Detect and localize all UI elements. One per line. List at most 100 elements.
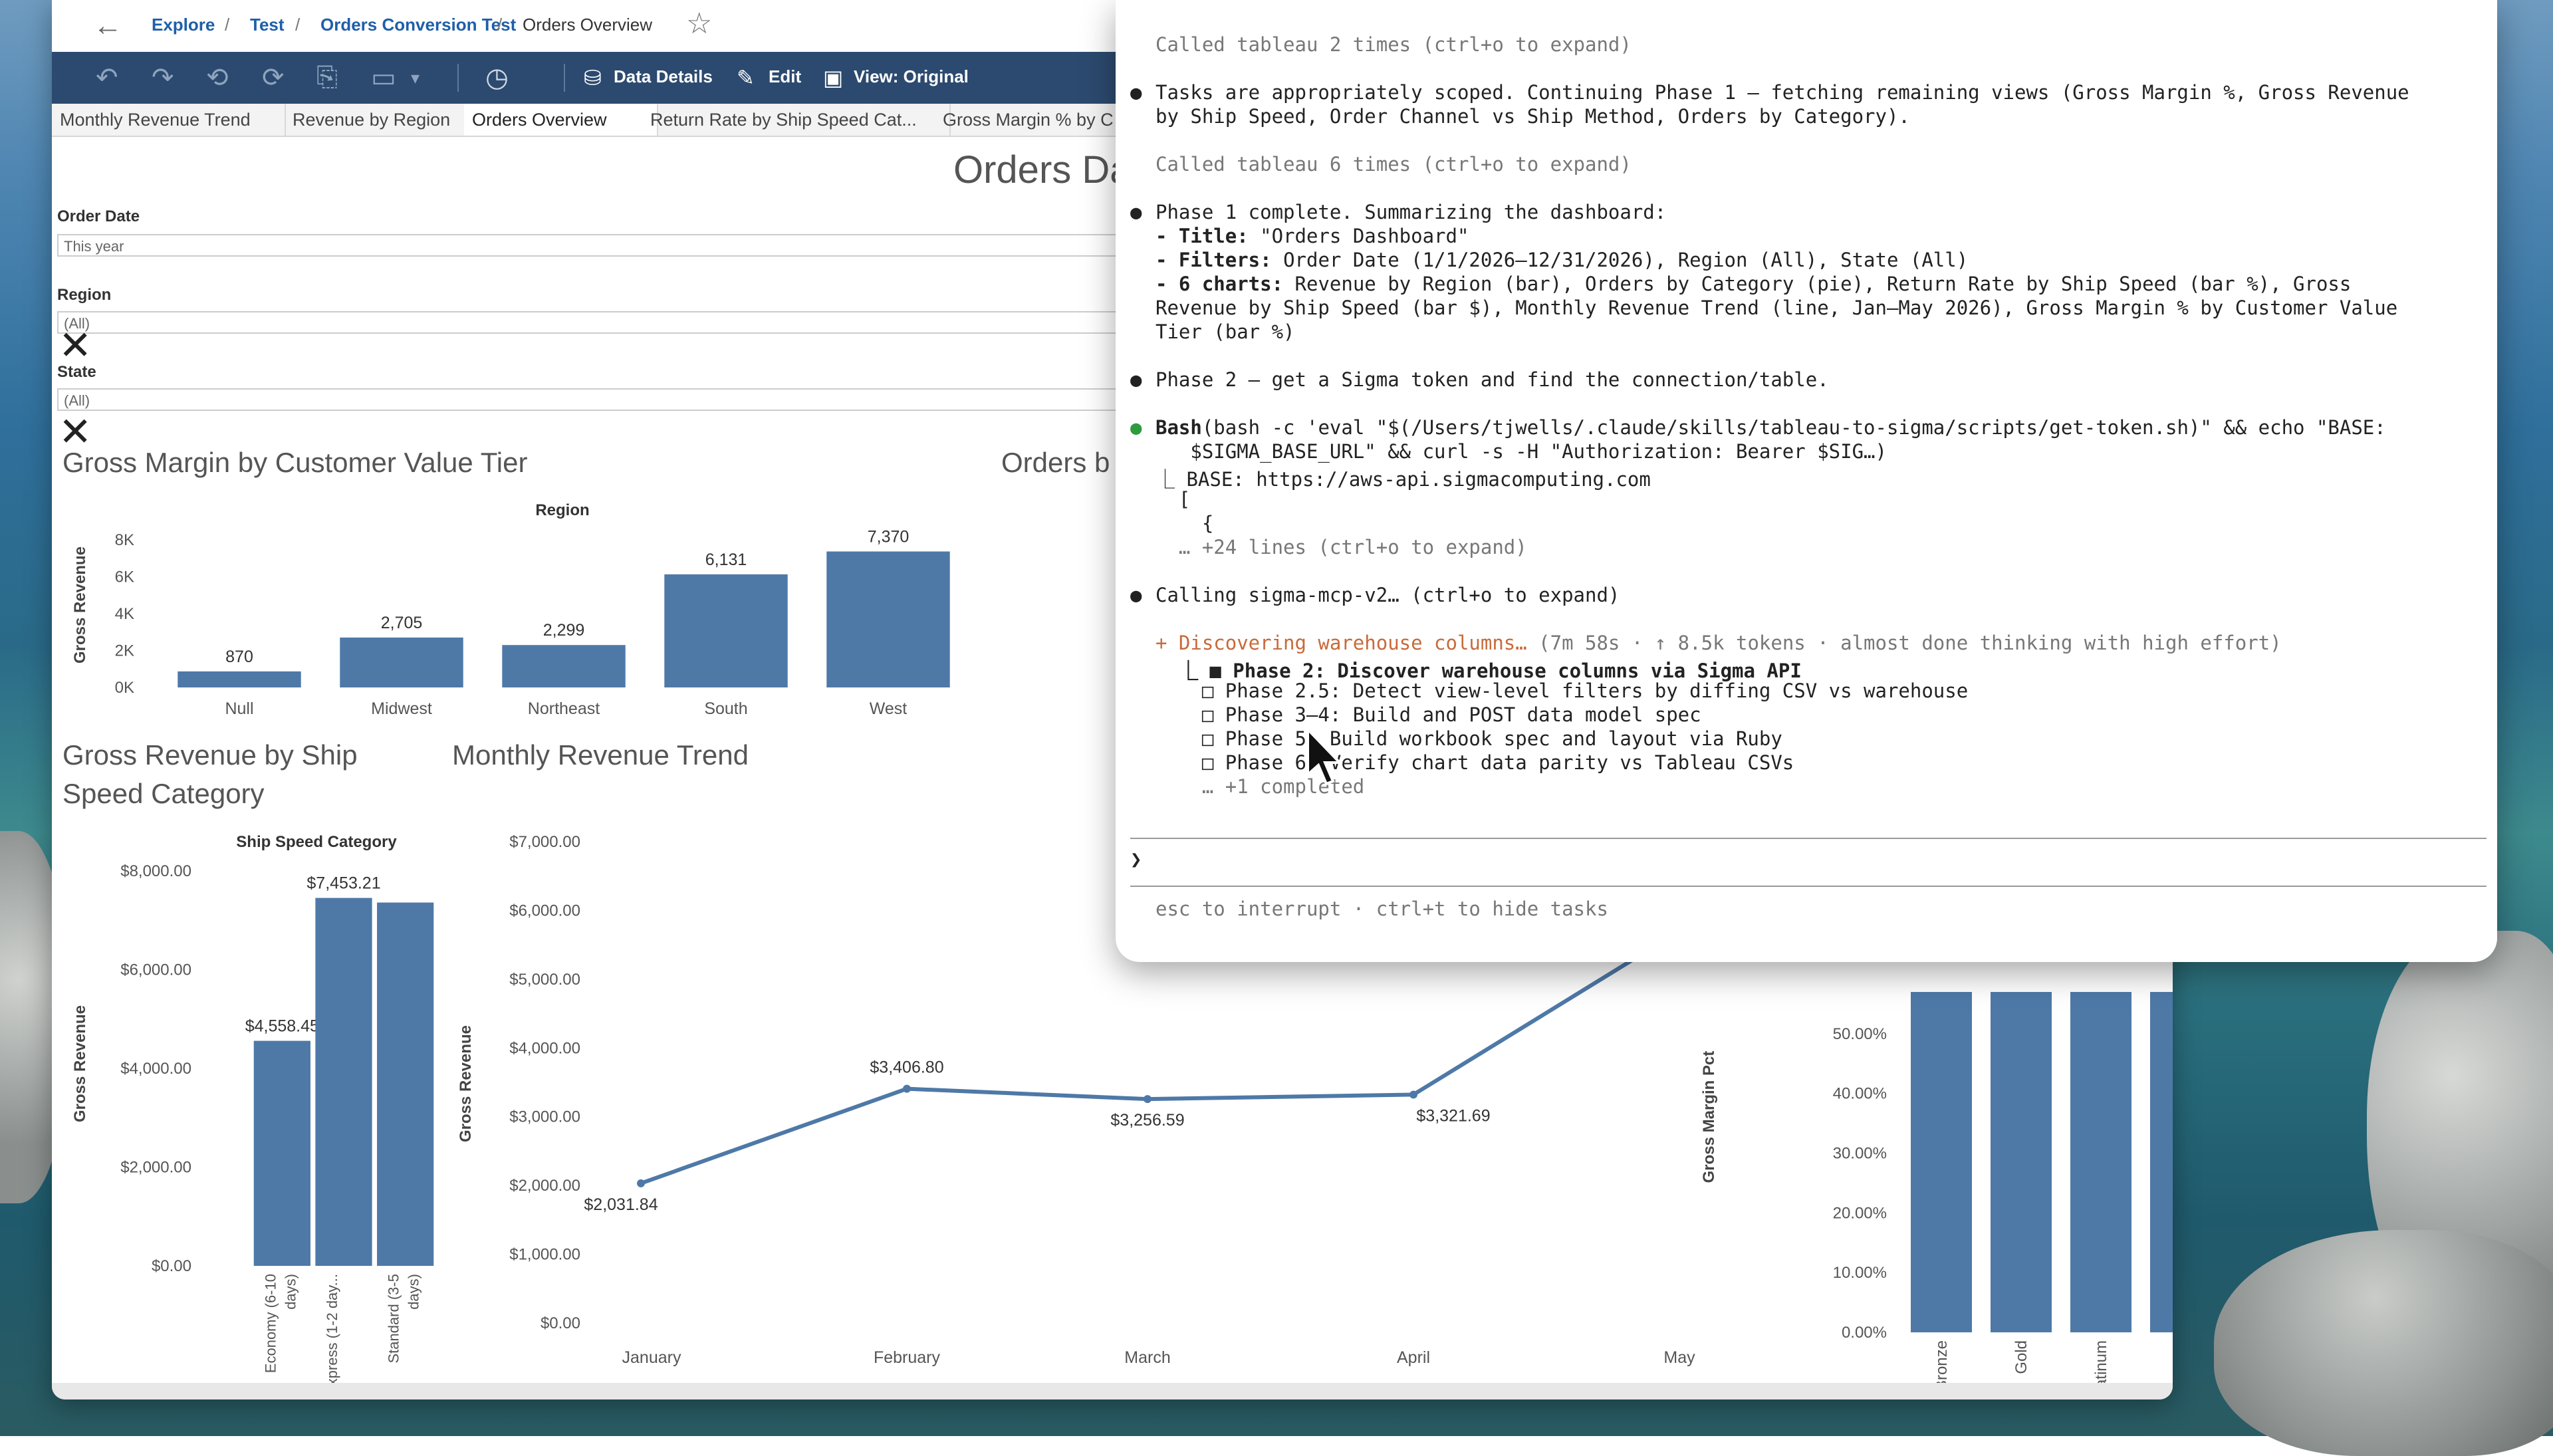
terminal-text: $SIGMA_BASE_URL" && curl -s -H "Authoriz…	[1155, 440, 1887, 463]
terminal-line: □ Phase 2.5: Detect view-level filters b…	[1155, 679, 1968, 702]
y-axis-label: Gross Revenue	[71, 1005, 89, 1122]
terminal-window: ❯ esc to interrupt · ctrl+t to hide task…	[1116, 0, 2497, 962]
terminal-line: ⎿ BASE: https://aws-api.sigmacomputing.c…	[1155, 464, 1651, 492]
terminal-status-text: (7m 58s · ↑ 8.5k tokens · almost done th…	[1538, 632, 2282, 654]
y-tick-label: $2,000.00	[509, 1177, 580, 1195]
y-tick-label: 4K	[115, 605, 134, 623]
tier-margin-bar-chart[interactable]: Gross Margin Pct 0.00% 10.00% 20.00% 30.00% 4…	[1700, 992, 2173, 1391]
data-label: $3,406.80	[870, 1058, 943, 1077]
y-axis-label: Gross Revenue	[71, 546, 89, 664]
y-tick-label: 10.00%	[1833, 1264, 1887, 1282]
terminal-line: [	[1155, 488, 1190, 511]
bar	[664, 574, 788, 687]
ship-speed-bar-chart[interactable]: Ship Speed Category Gross Revenue $0.00 $2,…	[71, 833, 434, 1395]
x-tick-label: March	[1124, 1348, 1170, 1367]
x-tick-label: Economy (6-10	[262, 1274, 279, 1373]
x-tick-label: January	[622, 1348, 681, 1367]
terminal-text: □ Phase 2.5: Detect view-level filters b…	[1155, 679, 1969, 702]
terminal-line: Called tableau 2 times (ctrl+o to expand…	[1155, 33, 1632, 56]
rock-decoration	[2214, 1230, 2553, 1456]
terminal-text: □ Phase 3–4: Build and POST data model s…	[1155, 703, 1701, 726]
bar	[1911, 992, 1972, 1332]
data-label: $3,256.59	[1110, 1111, 1184, 1130]
y-tick-label: $5,000.00	[509, 971, 580, 989]
terminal-line: - Title: "Orders Dashboard"	[1155, 225, 1469, 247]
terminal-line: Revenue by Ship Speed (bar $), Monthly R…	[1155, 297, 2397, 319]
mouse-cursor-icon	[1306, 728, 1343, 786]
y-tick-label: $0.00	[541, 1314, 580, 1332]
terminal-text: □ Phase 5: Build workbook spec and layou…	[1155, 727, 1782, 750]
data-label: 6,131	[705, 550, 747, 569]
terminal-bold-text: Bash	[1155, 416, 1202, 439]
y-axis-label: Gross Revenue	[457, 1025, 475, 1142]
y-tick-label: 0.00%	[1842, 1324, 1887, 1342]
x-tick-label: South	[704, 699, 747, 718]
y-tick-label: 30.00%	[1833, 1145, 1887, 1163]
prompt-input[interactable]	[1162, 843, 2479, 880]
data-label: $2,031.84	[584, 1195, 658, 1214]
y-tick-label: 6K	[115, 568, 134, 586]
terminal-text: Calling sigma-mcp-v2… (ctrl+o to expand)	[1155, 584, 1620, 606]
data-point	[1409, 1090, 1417, 1099]
terminal-line: - 6 charts: Revenue by Region (bar), Ord…	[1155, 273, 2351, 295]
horizontal-scrollbar[interactable]	[52, 1383, 2173, 1399]
terminal-line: Tasks are appropriately scoped. Continui…	[1130, 81, 2409, 104]
terminal-line: □ Phase 3–4: Build and POST data model s…	[1155, 703, 1701, 726]
bar	[1991, 992, 2052, 1332]
data-label: 870	[225, 648, 253, 666]
x-tick-label: West	[870, 699, 908, 718]
terminal-text: ⎿ BASE: https://aws-api.sigmacomputing.c…	[1155, 468, 1651, 491]
terminal-line: Called tableau 6 times (ctrl+o to expand…	[1155, 153, 1632, 176]
terminal-text: by Ship Speed, Order Channel vs Ship Met…	[1155, 105, 1910, 128]
x-tick-label: Silver	[2172, 1340, 2173, 1380]
terminal-bold-text: - Title:	[1155, 225, 1249, 247]
terminal-text: Revenue by Region (bar), Orders by Categ…	[1283, 273, 2352, 295]
bar	[340, 637, 463, 687]
terminal-text: □ Phase 6: Verify chart data parity vs T…	[1155, 751, 1794, 774]
data-label: $7,453.21	[306, 874, 380, 893]
terminal-text: Called tableau 6 times (ctrl+o to expand…	[1155, 153, 1632, 176]
y-tick-label: 0K	[115, 679, 134, 697]
data-point	[637, 1179, 645, 1187]
x-tick-label: atinum	[2092, 1340, 2110, 1388]
bar	[2070, 992, 2131, 1332]
terminal-text: … +24 lines (ctrl+o to expand)	[1155, 536, 1527, 558]
x-tick-label: Express (1-2 day...	[324, 1274, 340, 1395]
x-tick-label: April	[1397, 1348, 1430, 1367]
data-label: 7,370	[868, 527, 910, 546]
terminal-text: Tier (bar %)	[1155, 320, 1295, 343]
prompt-chevron: ❯	[1130, 848, 1142, 870]
y-axis-label: Gross Margin Pct	[1700, 1051, 1718, 1183]
terminal-line: - Filters: Order Date (1/1/2026–12/31/20…	[1155, 249, 1968, 271]
bar	[826, 551, 950, 687]
chart-header: Region	[535, 501, 589, 519]
region-bar-chart[interactable]: Region Gross Revenue 0K 2K 4K 6K 8K 870 Null 2,70…	[71, 501, 950, 718]
x-tick-label: Northeast	[528, 699, 600, 718]
x-tick-label: Null	[225, 699, 253, 718]
prompt-top-border	[1130, 838, 2487, 839]
x-tick-label: February	[874, 1348, 941, 1367]
bar	[253, 1040, 310, 1266]
y-tick-label: $6,000.00	[120, 961, 191, 979]
terminal-line: + Discovering warehouse columns… (7m 58s…	[1155, 632, 2282, 654]
terminal-line: $SIGMA_BASE_URL" && curl -s -H "Authoriz…	[1155, 440, 1887, 463]
terminal-bold-text: - Filters:	[1155, 249, 1272, 271]
prompt-bottom-border	[1130, 886, 2487, 887]
terminal-line: … +24 lines (ctrl+o to expand)	[1155, 536, 1527, 558]
terminal-line: □ Phase 6: Verify chart data parity vs T…	[1155, 751, 1794, 774]
terminal-line: Phase 1 complete. Summarizing the dashbo…	[1130, 201, 1666, 223]
bar	[502, 645, 626, 687]
y-tick-label: $2,000.00	[120, 1159, 191, 1177]
terminal-text: (bash -c 'eval "$(/Users/tjwells/.claude…	[1201, 416, 2386, 439]
terminal-line: by Ship Speed, Order Channel vs Ship Met…	[1155, 105, 1910, 128]
terminal-line: {	[1155, 512, 1213, 535]
terminal-line: □ Phase 5: Build workbook spec and layou…	[1155, 727, 1782, 750]
y-tick-label: $8,000.00	[120, 862, 191, 880]
y-tick-label: $0.00	[152, 1257, 191, 1275]
terminal-text: Order Date (1/1/2026–12/31/2026), Region…	[1271, 249, 1969, 271]
terminal-bold-text: ⎿ ■ Phase 2: Discover warehouse columns …	[1155, 660, 1802, 682]
x-tick-label: days)	[282, 1274, 299, 1310]
data-label: 2,705	[381, 614, 423, 632]
y-tick-label: 20.00%	[1833, 1204, 1887, 1222]
y-tick-label: $6,000.00	[509, 902, 580, 919]
